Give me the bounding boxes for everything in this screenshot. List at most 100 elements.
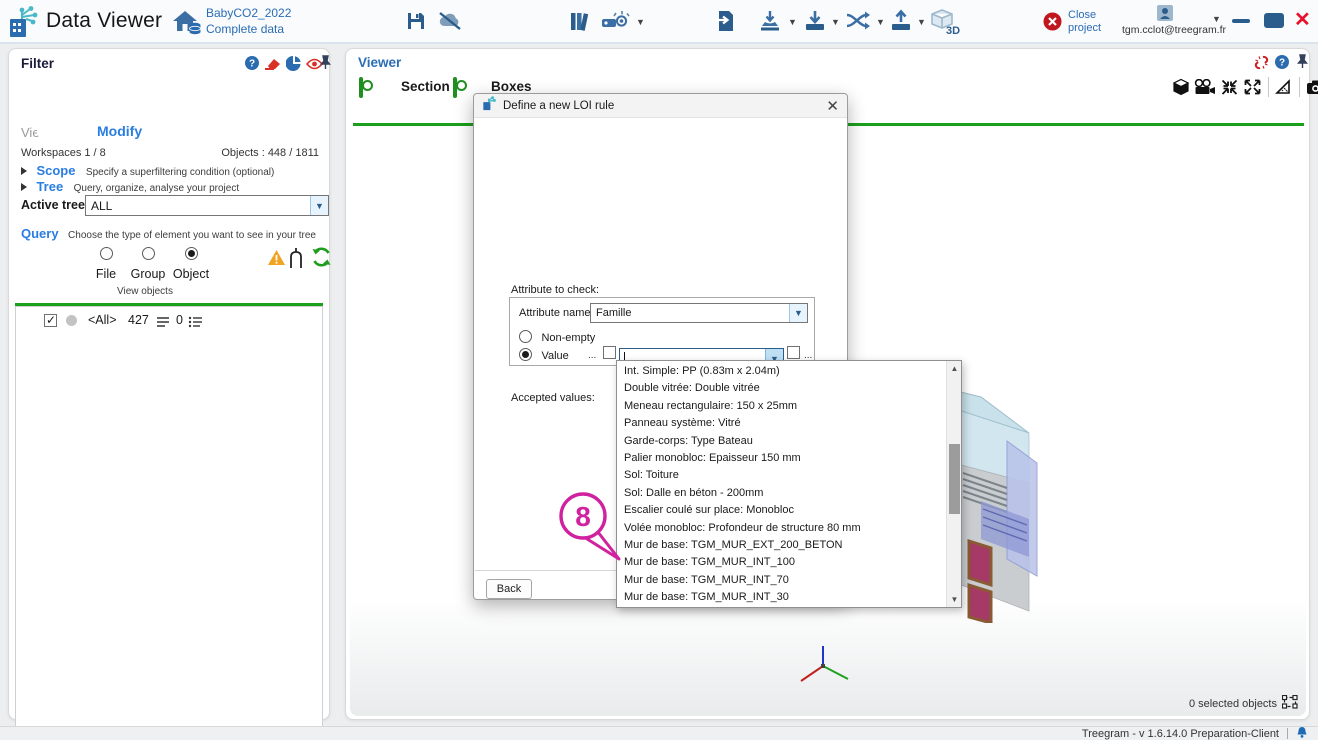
screenshot-camera-icon[interactable] — [1306, 79, 1318, 100]
shuffle-dropdown-caret[interactable]: ▼ — [876, 17, 885, 27]
minimize-button[interactable] — [1232, 19, 1250, 23]
view-cube-icon[interactable] — [1172, 78, 1190, 101]
pie-chart-icon[interactable] — [286, 56, 301, 76]
dropdown-list-item[interactable]: Meneau rectangulaire: 150 x 25mm — [617, 398, 946, 415]
tree-expander-icon[interactable] — [21, 183, 27, 191]
dropdown-list-item[interactable]: Mur de base: TGM_MUR_INT_100 — [617, 554, 946, 571]
dropdown-items-container: Int. Simple: PP (0.83m x 2.04m)Double vi… — [617, 363, 946, 605]
active-tree-select[interactable]: ALL ▼ — [85, 195, 329, 216]
tree-row-checkbox[interactable] — [44, 314, 57, 327]
value-option[interactable]: Value — [519, 346, 569, 364]
eraser-icon[interactable] — [264, 57, 281, 75]
application-window: Data Viewer BabyCO2_2022 Complete data — [0, 0, 1318, 740]
scope-expander-icon[interactable] — [21, 167, 27, 175]
tree-row-all[interactable]: <All> 427 0 — [16, 312, 322, 332]
dropdown-list-item[interactable]: Mur de base: TGM_MUR_EXT_200_BETON — [617, 537, 946, 554]
download-icon[interactable] — [803, 9, 827, 38]
save-icon[interactable] — [405, 10, 427, 37]
viewer-pin-icon[interactable] — [1296, 54, 1309, 74]
selection-box-icon[interactable] — [1282, 695, 1298, 712]
radio-object-circle[interactable] — [185, 247, 198, 260]
help-icon[interactable]: ? — [245, 56, 259, 75]
dialog-titlebar[interactable]: Define a new LOI rule ✕ — [474, 94, 847, 118]
expand-icon[interactable] — [1244, 79, 1261, 100]
fit-compress-icon[interactable] — [1221, 79, 1238, 100]
maximize-button[interactable] — [1264, 13, 1284, 28]
dropdown-list-item[interactable]: Volée monobloc: Profondeur de structure … — [617, 520, 946, 537]
library-icon[interactable] — [568, 9, 592, 38]
value-ellipsis-left[interactable]: ... — [588, 350, 596, 361]
radio-file[interactable]: File — [91, 247, 121, 283]
user-email[interactable]: tgm.cclot@treegram.fr — [1122, 24, 1226, 36]
dropdown-list-item[interactable]: Double vitrée: Double vitrée — [617, 380, 946, 397]
scroll-up-icon[interactable]: ▲ — [947, 361, 962, 376]
scroll-down-icon[interactable]: ▼ — [947, 592, 962, 607]
svg-text:?: ? — [249, 59, 255, 70]
dropdown-list-item[interactable]: Garde-corps: Type Bateau — [617, 433, 946, 450]
upload-dropdown-caret[interactable]: ▼ — [917, 17, 926, 27]
scope-label[interactable]: Scope — [36, 163, 75, 178]
accepted-values-label: Accepted values: — [511, 392, 595, 404]
radio-object[interactable]: Object — [169, 247, 213, 283]
tree-hint: Query, organize, analyse your project — [74, 183, 239, 194]
close-project-icon[interactable] — [1043, 12, 1062, 36]
axis-triad — [796, 644, 852, 693]
attribute-name-select[interactable]: Famille ▼ — [590, 303, 808, 323]
viewer-help-icon[interactable]: ? — [1275, 55, 1289, 74]
back-button[interactable]: Back — [486, 579, 532, 599]
cube-3d-icon[interactable]: 3D — [930, 8, 960, 41]
dropdown-list-item[interactable]: Panneau système: Vitré — [617, 415, 946, 432]
download-dropdown-caret[interactable]: ▼ — [831, 17, 840, 27]
dropdown-list-item[interactable]: Mur de base: TGM_MUR_INT_30 — [617, 589, 946, 606]
section-toggle[interactable] — [359, 77, 363, 98]
app-logo-icon — [8, 5, 40, 44]
warning-icon — [267, 249, 286, 271]
attribute-name-chevron-icon[interactable]: ▼ — [789, 304, 807, 322]
dropdown-scrollbar[interactable]: ▲ ▼ — [946, 361, 961, 607]
tree-structure-icon[interactable] — [287, 247, 307, 274]
projector-icon[interactable] — [600, 10, 630, 39]
dropdown-list-item[interactable]: Escalier coulé sur place: Monobloc — [617, 502, 946, 519]
non-empty-option[interactable]: Non-empty — [519, 328, 595, 346]
dialog-app-icon — [482, 96, 497, 116]
cloud-disconnected-icon[interactable] — [437, 10, 463, 37]
projector-dropdown-caret[interactable]: ▼ — [636, 17, 645, 27]
upload-icon[interactable] — [889, 9, 913, 38]
dropdown-list-item[interactable]: Palier monobloc: Epaisseur 150 mm — [617, 450, 946, 467]
tree-section-header[interactable]: Tree Query, organize, analyse your proje… — [21, 178, 239, 196]
camera-view-icon[interactable] — [1194, 79, 1216, 100]
value-radio[interactable] — [519, 348, 532, 361]
export-document-icon[interactable] — [714, 9, 738, 38]
radio-group[interactable]: Group — [127, 247, 169, 283]
broken-link-icon[interactable] — [1254, 55, 1269, 75]
dialog-close-icon[interactable]: ✕ — [826, 97, 839, 115]
radio-group-circle[interactable] — [142, 247, 155, 260]
radio-file-circle[interactable] — [100, 247, 113, 260]
scrollbar-thumb[interactable] — [949, 444, 960, 514]
close-window-button[interactable]: ✕ — [1294, 12, 1311, 28]
boxes-toggle[interactable] — [453, 77, 457, 98]
pin-icon[interactable] — [319, 55, 332, 75]
import-stamp-icon[interactable] — [757, 9, 783, 38]
dropdown-list-item[interactable]: Sol: Toiture — [617, 467, 946, 484]
active-tree-chevron-icon[interactable]: ▼ — [310, 196, 328, 215]
workspaces-count: Workspaces 1 / 8 — [21, 147, 106, 159]
tree-label[interactable]: Tree — [36, 179, 63, 194]
close-project-label[interactable]: Close project — [1068, 9, 1112, 34]
non-empty-radio[interactable] — [519, 330, 532, 343]
project-name[interactable]: BabyCO2_2022 — [206, 6, 291, 20]
modify-mode-label: Modify — [97, 123, 142, 139]
value-dropdown-list: Int. Simple: PP (0.83m x 2.04m)Double vi… — [616, 360, 962, 608]
tree-row-label: <All> — [88, 313, 117, 327]
dropdown-list-item[interactable]: Sol: Dalle en béton - 200mm — [617, 485, 946, 502]
measure-icon[interactable] — [1275, 79, 1293, 100]
value-checkbox-left[interactable] — [603, 346, 616, 359]
import-dropdown-caret[interactable]: ▼ — [788, 17, 797, 27]
user-dropdown-caret[interactable]: ▼ — [1212, 14, 1221, 24]
refresh-icon[interactable] — [311, 246, 332, 273]
shuffle-icon[interactable] — [845, 10, 871, 37]
dropdown-list-item[interactable]: Int. Simple: PP (0.83m x 2.04m) — [617, 363, 946, 380]
tree-list: <All> 427 0 — [15, 306, 323, 740]
dropdown-list-item[interactable]: Mur de base: TGM_MUR_INT_70 — [617, 572, 946, 589]
notification-bell-icon[interactable] — [1296, 726, 1308, 740]
